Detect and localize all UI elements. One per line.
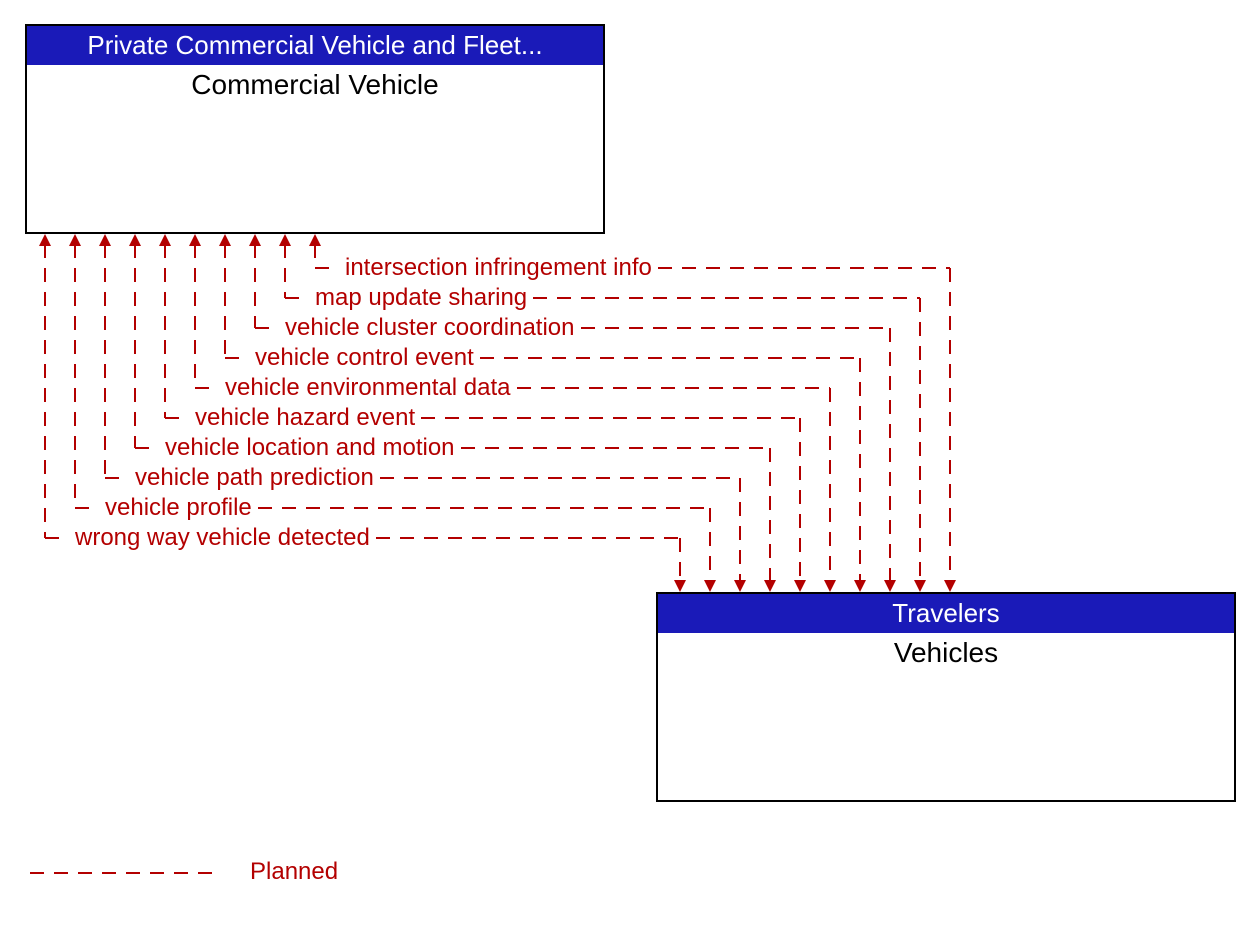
entity-title: Commercial Vehicle [27, 65, 603, 105]
arrowhead-down-icon [944, 580, 956, 592]
arrowhead-up-icon [309, 234, 321, 246]
flow-label: vehicle profile [105, 494, 252, 522]
entity-title: Vehicles [658, 633, 1234, 673]
flow-label: wrong way vehicle detected [75, 524, 370, 552]
arrowhead-up-icon [219, 234, 231, 246]
arrowhead-down-icon [914, 580, 926, 592]
arrowhead-down-icon [764, 580, 776, 592]
entity-header: Private Commercial Vehicle and Fleet... [27, 26, 603, 65]
flow-label: vehicle path prediction [135, 464, 374, 492]
arrowhead-down-icon [734, 580, 746, 592]
arrowhead-up-icon [249, 234, 261, 246]
flow-label: map update sharing [315, 284, 527, 312]
arrowhead-down-icon [854, 580, 866, 592]
arrowhead-down-icon [674, 580, 686, 592]
arrowhead-up-icon [159, 234, 171, 246]
arrowhead-down-icon [884, 580, 896, 592]
entity-box-commercial-vehicle: Private Commercial Vehicle and Fleet... … [25, 24, 605, 234]
flow-label: vehicle control event [255, 344, 474, 372]
arrowhead-down-icon [704, 580, 716, 592]
arrowhead-up-icon [99, 234, 111, 246]
entity-header: Travelers [658, 594, 1234, 633]
flow-label: intersection infringement info [345, 254, 652, 282]
flow-label: vehicle location and motion [165, 434, 455, 462]
arrowhead-down-icon [824, 580, 836, 592]
arrowhead-up-icon [129, 234, 141, 246]
entity-box-vehicles: Travelers Vehicles [656, 592, 1236, 802]
legend-label-planned: Planned [250, 858, 338, 886]
arrowhead-up-icon [189, 234, 201, 246]
arrowhead-down-icon [794, 580, 806, 592]
arrowhead-up-icon [279, 234, 291, 246]
flow-label: vehicle hazard event [195, 404, 415, 432]
flow-label: vehicle cluster coordination [285, 314, 575, 342]
flow-label: vehicle environmental data [225, 374, 511, 402]
arrowhead-up-icon [39, 234, 51, 246]
arrowhead-up-icon [69, 234, 81, 246]
